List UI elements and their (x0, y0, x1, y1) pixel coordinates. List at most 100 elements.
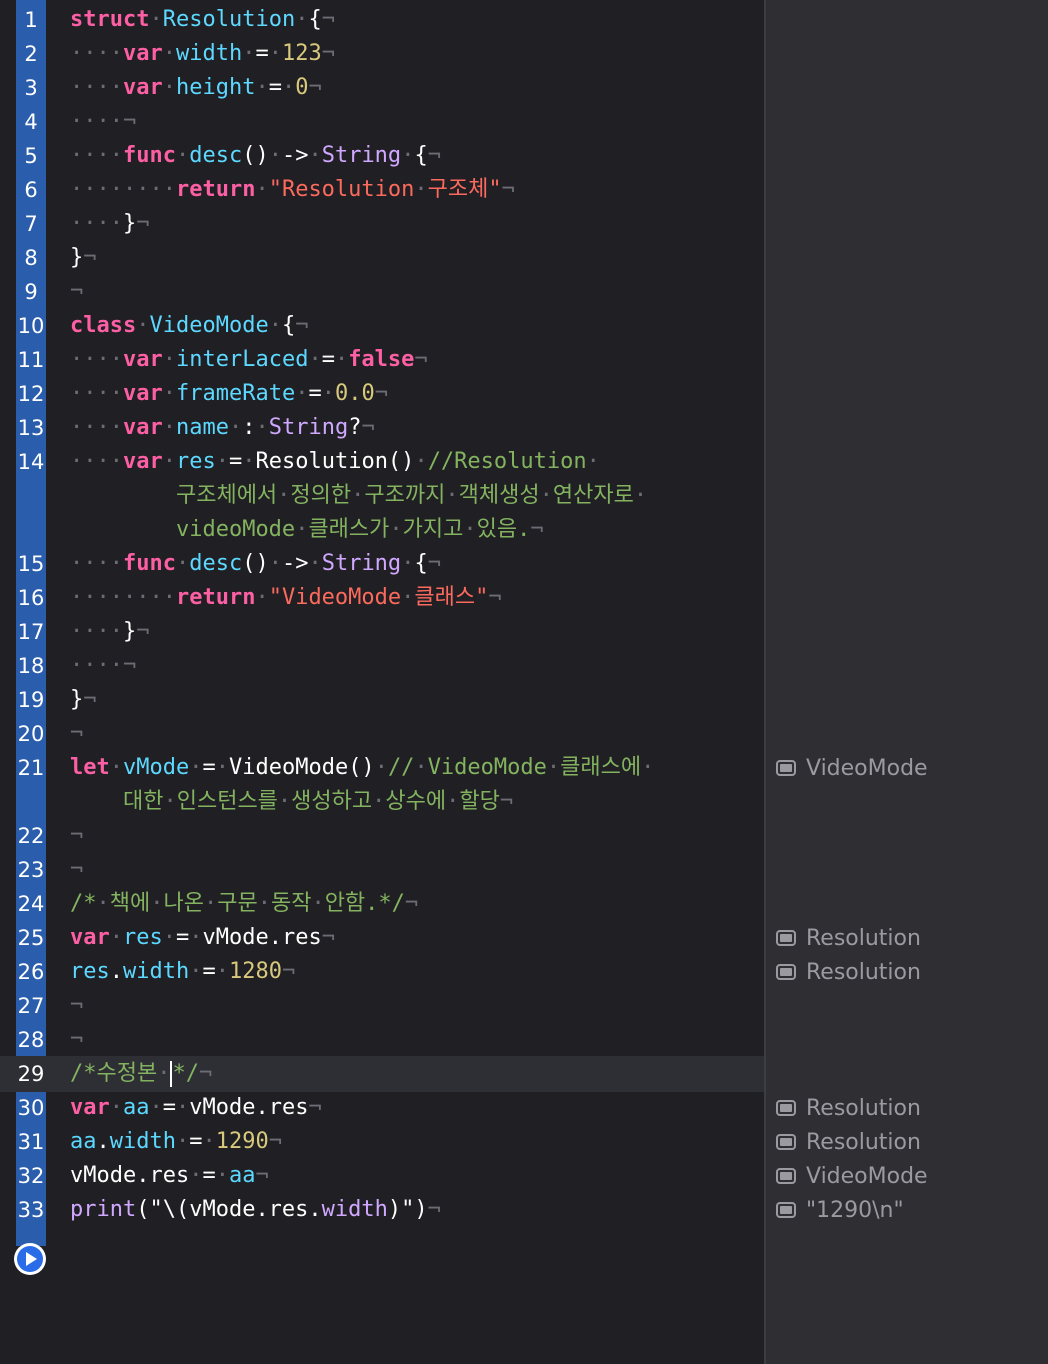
line-number[interactable]: 25 (16, 921, 46, 955)
code-line[interactable]: aa.width·=·1290¬ (70, 1125, 704, 1159)
line-number[interactable]: 19 (16, 683, 46, 717)
code-line[interactable]: 대한·인스턴스를·생성하고·상수에·할당¬ (70, 785, 704, 819)
code-token: · (281, 75, 296, 100)
code-line[interactable]: }¬ (70, 241, 704, 275)
run-playground-button[interactable] (14, 1243, 46, 1275)
code-token: var (122, 347, 163, 372)
result-value[interactable]: VideoMode (776, 1159, 928, 1193)
quick-look-icon[interactable] (776, 1168, 796, 1184)
line-number[interactable]: 5 (16, 139, 46, 173)
code-line[interactable]: ····var·frameRate·=·0.0¬ (70, 377, 704, 411)
line-number[interactable]: 9 (16, 275, 46, 309)
code-line[interactable]: ¬ (70, 819, 704, 853)
code-line[interactable]: ¬ (70, 989, 704, 1023)
line-number[interactable]: 23 (16, 853, 46, 887)
code-line[interactable]: ····}¬ (70, 615, 704, 649)
quick-look-icon[interactable] (776, 760, 796, 776)
result-value[interactable]: Resolution (776, 921, 921, 955)
quick-look-icon[interactable] (776, 1202, 796, 1218)
quick-look-icon[interactable] (776, 964, 796, 980)
line-number[interactable]: 10 (16, 309, 46, 343)
result-value[interactable]: Resolution (776, 1125, 921, 1159)
code-line[interactable]: print("\(vMode.res.width)")¬ (70, 1193, 704, 1227)
line-number[interactable]: 12 (16, 377, 46, 411)
code-token: aa (123, 1095, 150, 1120)
code-line[interactable]: struct·Resolution·{¬ (70, 3, 704, 37)
line-number[interactable]: 16 (16, 581, 46, 615)
code-line[interactable]: var·res·=·vMode.res¬ (70, 921, 704, 955)
line-number[interactable]: 11 (16, 343, 46, 377)
code-line[interactable]: }¬ (70, 683, 704, 717)
line-number[interactable]: 26 (16, 955, 46, 989)
code-editor[interactable]: 1 struct·Resolution·{¬ 2 ····var·width·=·12… (0, 0, 764, 1364)
code-line[interactable]: /*수정본·*/¬ (70, 1057, 704, 1091)
code-line[interactable]: ········return·"VideoMode·클래스"¬ (70, 581, 704, 615)
result-value[interactable]: Resolution (776, 1091, 921, 1125)
code-line[interactable]: ¬ (70, 275, 704, 309)
quick-look-icon[interactable] (776, 1134, 796, 1150)
line-number[interactable]: 13 (16, 411, 46, 445)
line-number[interactable]: 1 (16, 3, 46, 37)
code-line[interactable]: ····}¬ (70, 207, 704, 241)
line-number[interactable]: 22 (16, 819, 46, 853)
line-number[interactable]: 7 (16, 207, 46, 241)
code-line[interactable]: ····¬ (70, 105, 704, 139)
code-line[interactable]: var·aa·=·vMode.res¬ (70, 1091, 704, 1125)
quick-look-icon[interactable] (776, 930, 796, 946)
line-number[interactable]: 14 (16, 445, 46, 479)
quick-look-icon[interactable] (776, 1100, 796, 1116)
code-line[interactable]: ····var·height·=·0¬ (70, 71, 704, 105)
code-line[interactable]: ····var·name·:·String?¬ (70, 411, 704, 445)
code-line[interactable]: ····func·desc()·->·String·{¬ (70, 139, 704, 173)
line-number[interactable]: 33 (16, 1193, 46, 1227)
code-token: . (96, 1129, 110, 1154)
code-token: · (401, 143, 415, 168)
line-number[interactable]: 8 (16, 241, 46, 275)
line-number[interactable]: 4 (16, 105, 46, 139)
line-number[interactable]: 32 (16, 1159, 46, 1193)
code-token: · (277, 483, 291, 508)
line-number[interactable]: 20 (16, 717, 46, 751)
line-number[interactable]: 15 (16, 547, 46, 581)
line-number[interactable]: 31 (16, 1125, 46, 1159)
code-line[interactable]: class·VideoMode·{¬ (70, 309, 704, 343)
code-token: func (122, 551, 176, 576)
code-token: · (351, 483, 365, 508)
code-line[interactable]: /*·책에·나온·구문·동작·안함.*/¬ (70, 887, 704, 921)
line-number[interactable]: 6 (16, 173, 46, 207)
line-number[interactable]: 3 (16, 71, 46, 105)
line-number[interactable]: 28 (16, 1023, 46, 1057)
line-number[interactable]: 27 (16, 989, 46, 1023)
code-token: vMode.res (202, 925, 322, 950)
code-line[interactable]: ····var·interLaced·=·false¬ (70, 343, 704, 377)
result-value[interactable]: Resolution (776, 955, 921, 989)
line-number[interactable]: 17 (16, 615, 46, 649)
code-token: } (122, 619, 137, 644)
line-number[interactable]: 21 (16, 751, 46, 785)
code-line[interactable]: ¬ (70, 853, 704, 887)
line-number[interactable]: 24 (16, 887, 46, 921)
code-token: · (202, 1129, 216, 1154)
code-token: · (163, 789, 177, 814)
code-line[interactable]: 구조체에서·정의한·구조까지·객체생성·연산자로· (70, 479, 704, 513)
code-line[interactable]: ····var·width·=·123¬ (70, 37, 704, 71)
line-number[interactable]: 2 (16, 37, 46, 71)
code-line[interactable]: videoMode·클래스가·가지고·있음.¬ (70, 513, 704, 547)
code-token: ···· (70, 619, 123, 644)
line-number[interactable]: 18 (16, 649, 46, 683)
result-value[interactable]: "1290\n" (776, 1193, 904, 1227)
result-value[interactable]: VideoMode (776, 751, 928, 785)
line-number[interactable]: 29 (16, 1057, 46, 1091)
code-token: 할당 (459, 789, 500, 814)
code-line[interactable]: ¬ (70, 1023, 704, 1057)
code-line[interactable]: vMode.res·=·aa¬ (70, 1159, 704, 1193)
code-line[interactable]: ····¬ (70, 649, 704, 683)
code-line[interactable]: let·vMode·=·VideoMode()·//·VideoMode·클래스… (70, 751, 704, 785)
line-number[interactable]: 30 (16, 1091, 46, 1125)
code-line[interactable]: ¬ (70, 717, 704, 751)
code-line[interactable]: ····func·desc()·->·String·{¬ (70, 547, 704, 581)
code-line[interactable]: res.width·=·1280¬ (70, 955, 704, 989)
code-line[interactable]: ····var·res·=·Resolution()·//Resolution· (70, 445, 704, 479)
code-line[interactable]: ········return·"Resolution·구조체"¬ (70, 173, 704, 207)
